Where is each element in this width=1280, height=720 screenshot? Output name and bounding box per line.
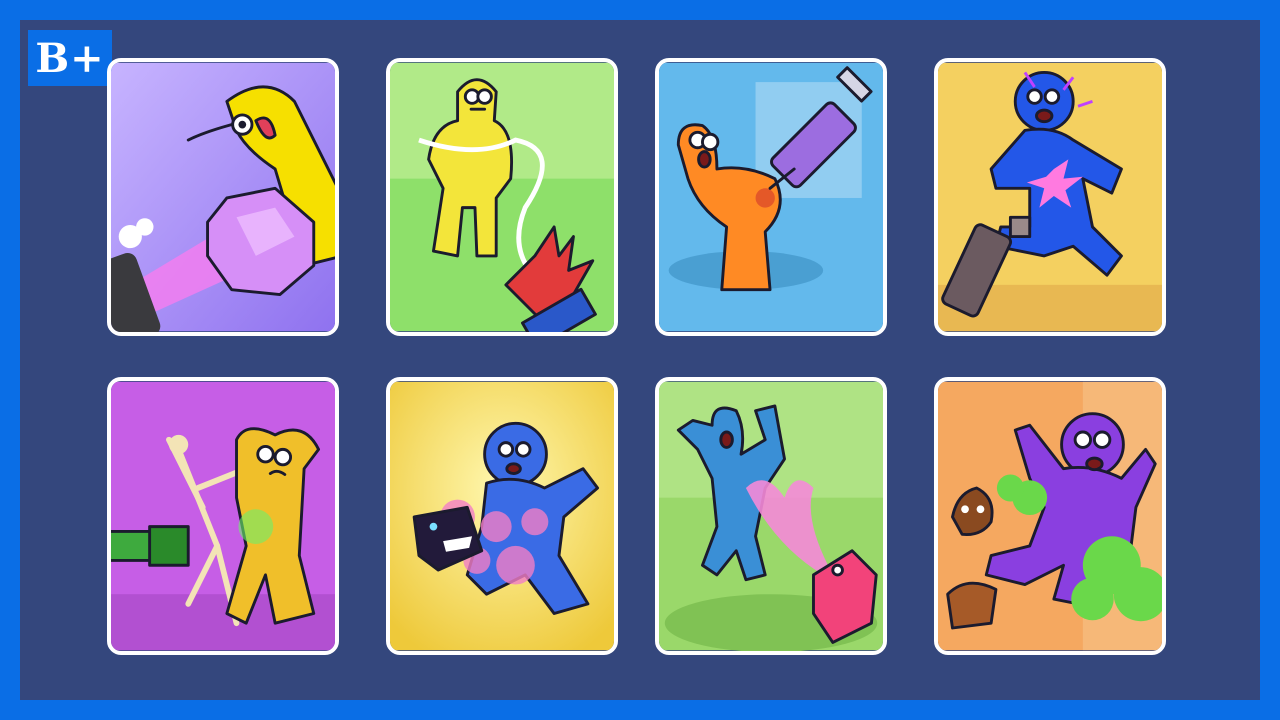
web-sling-icon — [390, 62, 614, 332]
rating-badge-text: B+ — [35, 34, 105, 82]
rating-badge: B+ — [28, 30, 112, 86]
level-card-5[interactable] — [107, 377, 339, 655]
level-card-4[interactable] — [934, 58, 1166, 336]
gem-blast-icon — [111, 62, 335, 332]
level-card-3[interactable] — [655, 58, 887, 336]
stink-cloud-icon — [938, 381, 1162, 651]
level-card-1[interactable] — [107, 58, 339, 336]
level-card-2[interactable] — [386, 58, 618, 336]
shock-gun-icon — [938, 62, 1162, 332]
pink-spray-icon — [659, 381, 883, 651]
syringe-icon — [659, 62, 883, 332]
monster-bite-icon — [390, 381, 614, 651]
level-card-7[interactable] — [655, 377, 887, 655]
level-card-6[interactable] — [386, 377, 618, 655]
skeleton-xray-icon — [111, 381, 335, 651]
level-card-8[interactable] — [934, 377, 1166, 655]
